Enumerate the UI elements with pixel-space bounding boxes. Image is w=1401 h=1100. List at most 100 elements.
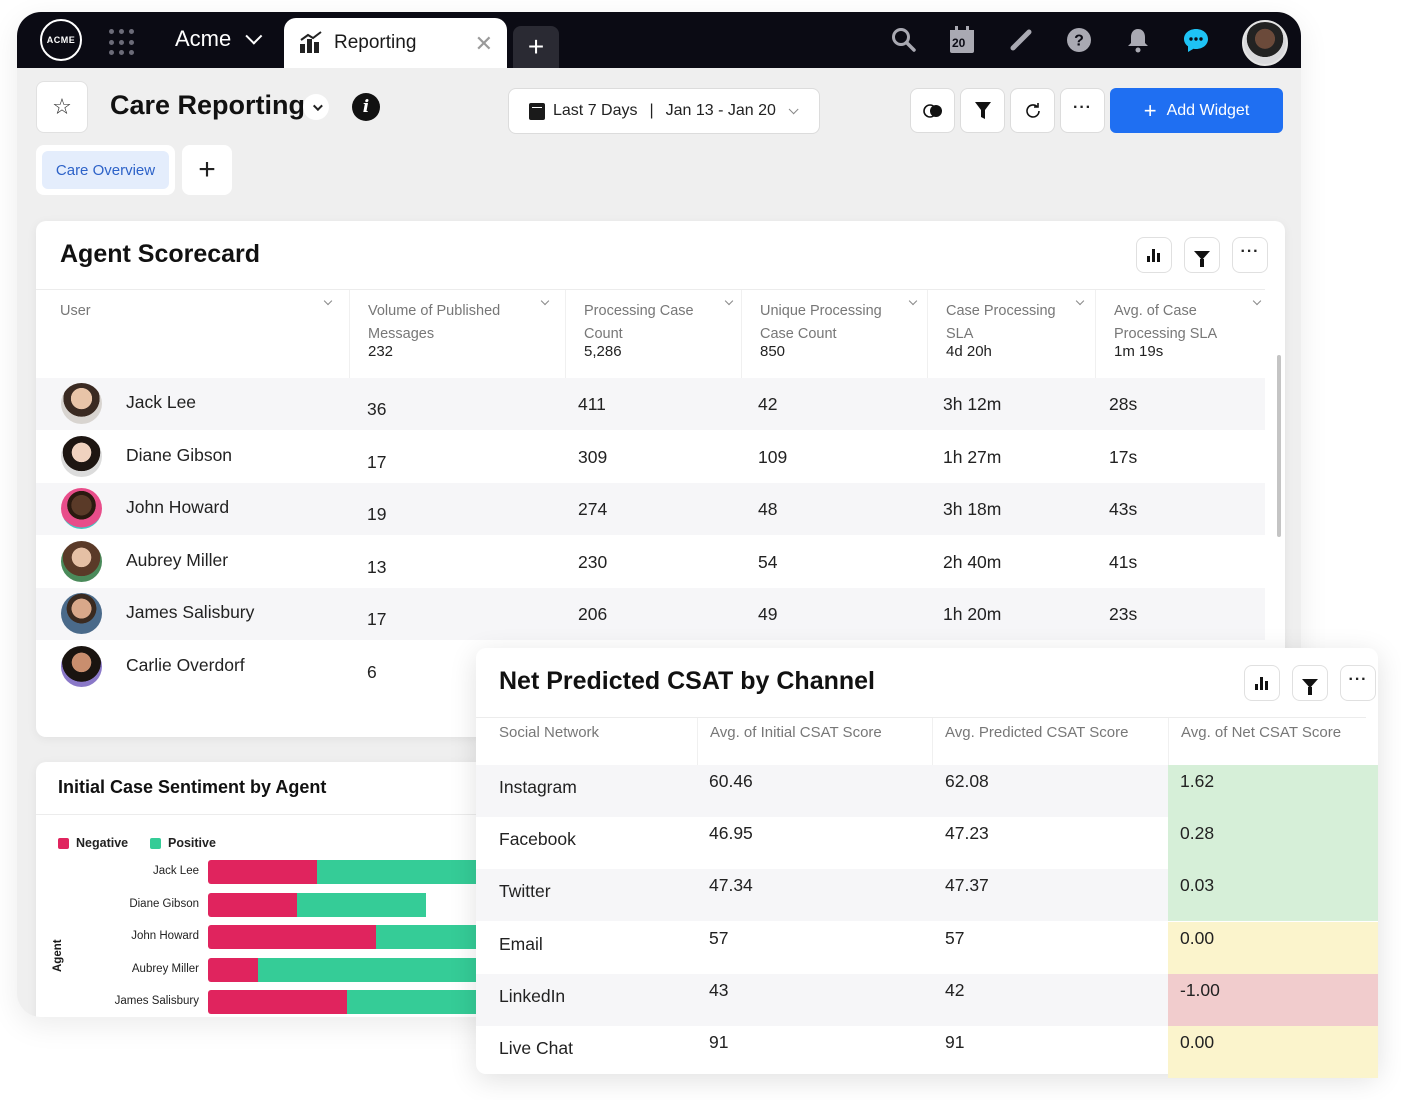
date-range-picker[interactable]: Last 7 Days | Jan 13 - Jan 20 [508, 88, 820, 134]
bell-icon[interactable] [1124, 26, 1152, 54]
more-icon: ··· [1240, 243, 1260, 260]
search-icon[interactable] [890, 26, 918, 54]
app-launcher-icon[interactable] [109, 29, 137, 57]
widget-title: Agent Scorecard [60, 240, 261, 268]
cell-processing: 206 [578, 604, 608, 624]
user-name[interactable]: Aubrey Miller [126, 550, 228, 571]
close-tab-icon[interactable]: ✕ [475, 31, 493, 57]
bar-positive-diane-gibson[interactable] [297, 892, 426, 917]
help-icon[interactable]: ? [1065, 26, 1093, 54]
table-row[interactable]: John Howard 19 274 48 3h 18m 43s [36, 483, 1265, 535]
cell-net: 0.00 [1180, 1032, 1215, 1052]
bar-negative-john-howard[interactable] [208, 925, 377, 949]
column-header-unique[interactable]: Unique Processing Case Count 850 [741, 290, 927, 378]
legend-item-negative[interactable]: Negative [58, 836, 128, 850]
chevron-down-icon [323, 296, 333, 306]
new-tab-button[interactable]: + [513, 26, 559, 68]
table-row[interactable]: Live Chat 91 91 0.00 [476, 1026, 1378, 1078]
chart-type-button[interactable] [1244, 665, 1280, 701]
bar-positive-james-salisbury[interactable] [346, 990, 486, 1014]
filter-button[interactable] [960, 88, 1005, 133]
column-header-processing[interactable]: Processing Case Count 5,286 [565, 290, 741, 378]
tab-label: Reporting [334, 32, 417, 53]
table-row[interactable]: Facebook 46.95 47.23 0.28 [476, 817, 1378, 870]
bar-negative-jack-lee[interactable] [208, 860, 317, 884]
cell-unique: 48 [758, 499, 778, 519]
column-header-sla[interactable]: Case Processing SLA 4d 20h [927, 290, 1095, 378]
compare-button[interactable] [910, 88, 955, 133]
widget-filter-button[interactable] [1184, 237, 1220, 273]
category-label: John Howard [131, 930, 199, 942]
table-row[interactable]: Jack Lee 36 411 42 3h 12m 28s [36, 378, 1265, 430]
column-header-predicted[interactable]: Avg. Predicted CSAT Score [932, 718, 1168, 766]
column-header-user[interactable]: User [36, 290, 349, 378]
cell-channel: Facebook [499, 829, 576, 850]
more-options-button[interactable]: ··· [1060, 88, 1105, 133]
cell-predicted: 47.37 [945, 875, 989, 896]
cell-processing: 309 [578, 446, 608, 467]
table-row[interactable]: Email 57 57 0.00 [476, 921, 1378, 974]
date-preset: Last 7 Days [553, 102, 638, 119]
column-total: 4d 20h [946, 343, 992, 360]
cell-unique: 109 [758, 446, 788, 467]
cell-unique: 42 [758, 394, 778, 414]
favorite-star-button[interactable]: ☆ [36, 81, 88, 133]
acme-logo[interactable]: ACME [40, 19, 82, 61]
column-header-avg-sla[interactable]: Avg. of Case Processing SLA 1m 19s [1095, 290, 1265, 378]
cell-predicted: 47.23 [945, 823, 989, 844]
calendar-day: 20 [952, 36, 966, 50]
user-avatar[interactable] [1242, 20, 1288, 66]
user-name[interactable]: Diane Gibson [126, 445, 232, 466]
widget-title: Net Predicted CSAT by Channel [499, 667, 875, 695]
user-name[interactable]: John Howard [126, 497, 229, 518]
chart-type-button[interactable] [1136, 237, 1172, 273]
table-row[interactable]: Instagram 60.46 62.08 1.62 [476, 765, 1378, 817]
column-header-net[interactable]: Avg. of Net CSAT Score [1168, 718, 1378, 766]
bar-negative-aubrey-miller[interactable] [208, 957, 258, 982]
cell-channel: Instagram [499, 777, 577, 797]
table-row[interactable]: Diane Gibson 17 309 109 1h 27m 17s [36, 431, 1265, 483]
chevron-down-icon [540, 296, 550, 306]
add-widget-button[interactable]: + Add Widget [1110, 88, 1283, 133]
widget-filter-button[interactable] [1292, 665, 1328, 701]
subtab-care-overview[interactable]: Care Overview [42, 151, 169, 189]
table-row[interactable]: Twitter 47.34 47.37 0.03 [476, 869, 1378, 922]
chat-icon[interactable] [1182, 26, 1210, 54]
cell-net: 0.03 [1180, 875, 1215, 896]
user-name[interactable]: Jack Lee [126, 392, 196, 413]
legend-label: Positive [168, 836, 216, 850]
table-row[interactable]: Aubrey Miller 13 230 54 2h 40m 41s [36, 536, 1265, 588]
add-subtab-button[interactable]: + [182, 145, 232, 195]
category-label: Diane Gibson [129, 897, 199, 910]
calendar-icon[interactable]: 20 [948, 26, 976, 54]
cell-net: 1.62 [1180, 771, 1215, 791]
refresh-button[interactable] [1010, 88, 1055, 133]
cell-published: 17 [367, 609, 387, 629]
pencil-icon[interactable] [1007, 26, 1035, 54]
cell-processing: 411 [578, 394, 606, 414]
cell-sla: 2h 40m [943, 551, 1002, 572]
column-header-initial[interactable]: Avg. of Initial CSAT Score [697, 718, 932, 766]
tab-reporting[interactable]: Reporting ✕ [284, 18, 507, 68]
table-row[interactable]: LinkedIn 43 42 -1.00 [476, 973, 1378, 1026]
table-scrollbar[interactable] [1277, 355, 1281, 537]
widget-more-button[interactable]: ··· [1340, 665, 1376, 701]
workspace-switcher[interactable]: Acme [175, 26, 263, 52]
cell-channel: Email [499, 933, 543, 954]
title-dropdown-button[interactable] [303, 94, 329, 120]
legend-item-positive[interactable]: Positive [150, 836, 216, 850]
user-name[interactable]: Carlie Overdorf [126, 655, 245, 676]
table-row[interactable]: James Salisbury 17 206 49 1h 20m 23s [36, 588, 1265, 640]
bar-negative-james-salisbury[interactable] [208, 990, 347, 1014]
widget-more-button[interactable]: ··· [1232, 237, 1268, 273]
user-name[interactable]: James Salisbury [126, 602, 254, 623]
bar-negative-diane-gibson[interactable] [208, 892, 298, 917]
bar-positive-aubrey-miller[interactable] [257, 957, 505, 982]
column-header-published[interactable]: Volume of Published Messages 232 [349, 290, 565, 378]
cell-sla: 3h 18m [943, 499, 1002, 519]
info-icon[interactable]: i [352, 93, 380, 121]
chevron-down-icon [1075, 296, 1085, 306]
column-header-channel[interactable]: Social Network [476, 718, 697, 766]
category-label: James Salisbury [114, 995, 199, 1007]
category-label: Jack Lee [152, 865, 199, 877]
